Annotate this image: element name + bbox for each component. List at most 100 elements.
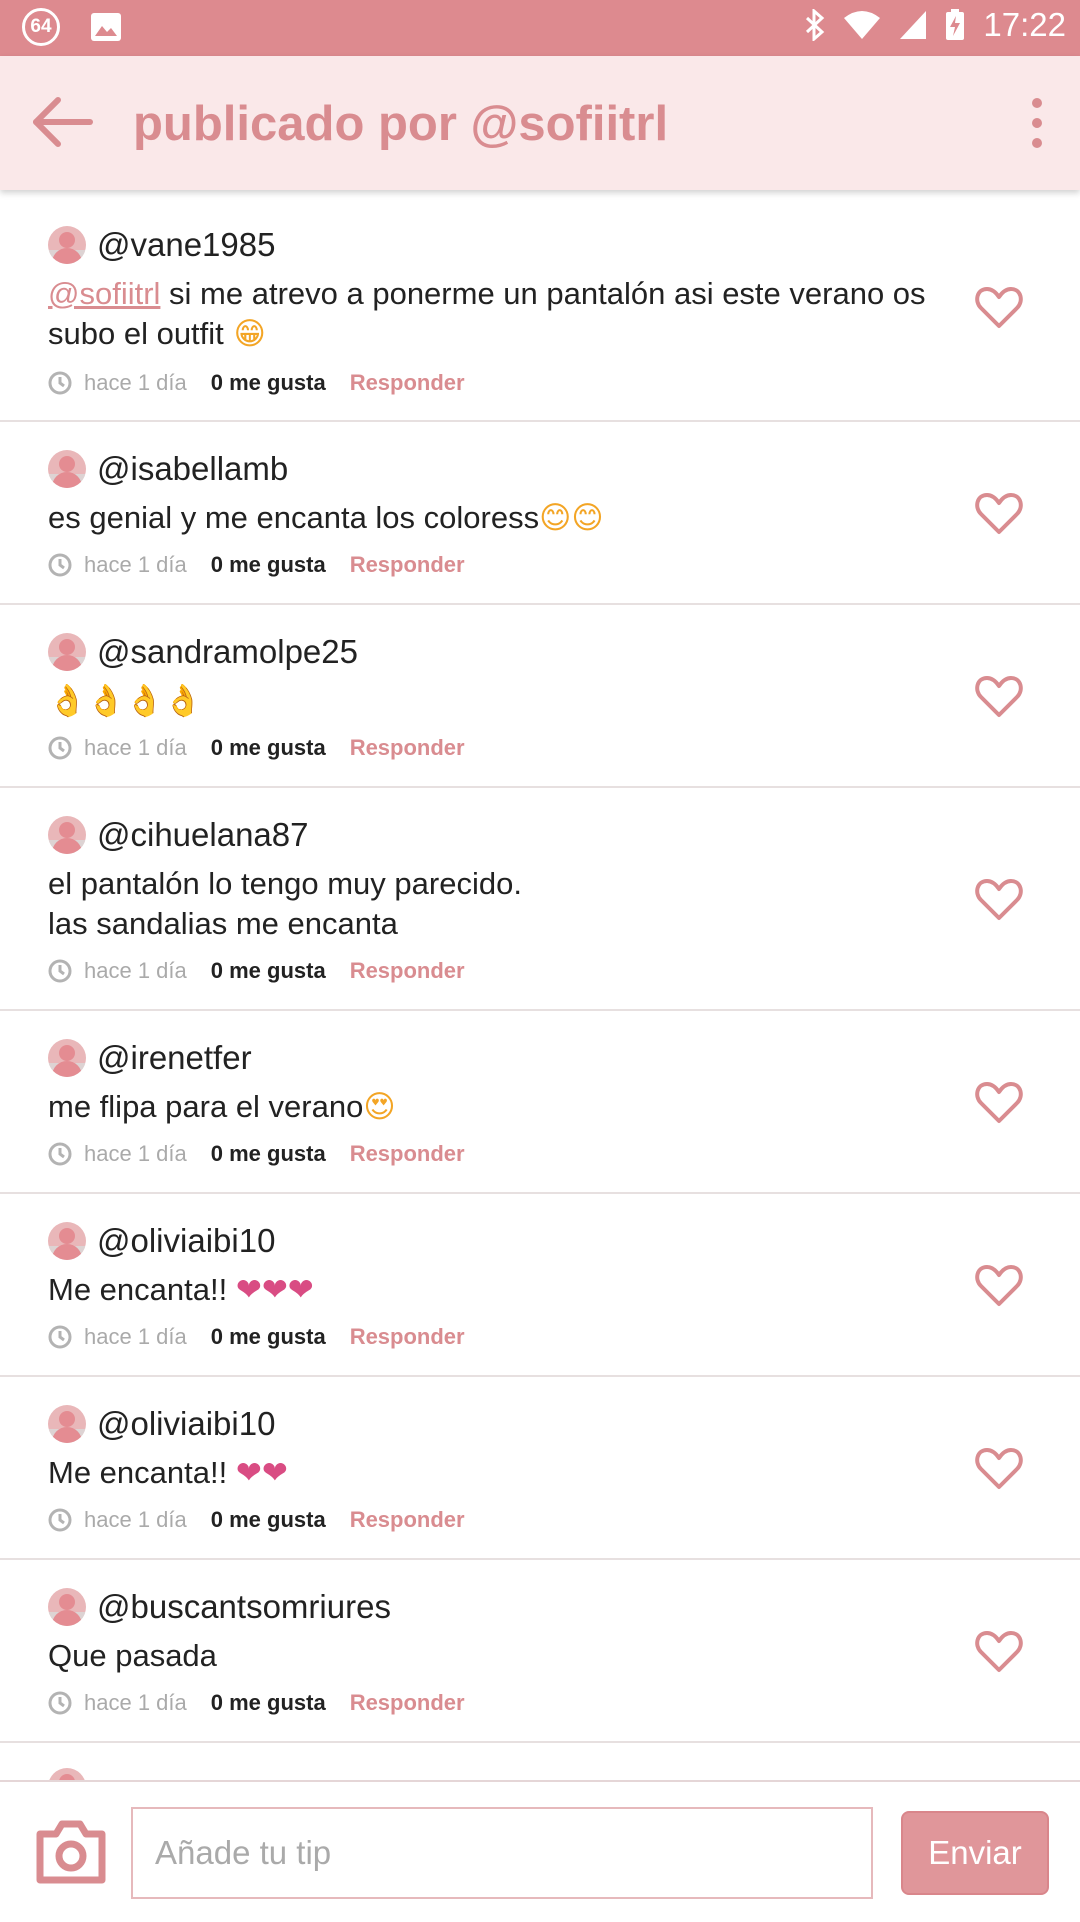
- wifi-icon: [844, 11, 881, 39]
- comment-time: hace 1 día: [84, 958, 187, 983]
- reply-button[interactable]: Responder: [350, 1507, 465, 1533]
- comment-text: Me encanta!! ❤❤❤: [48, 1270, 928, 1310]
- app-bar: publicado por @sofiitrl: [0, 56, 1080, 190]
- comment-emoji: ❤❤❤: [235, 1272, 314, 1308]
- avatar[interactable]: [48, 1039, 86, 1077]
- clock-icon: [48, 1691, 72, 1715]
- comment-username[interactable]: @vane1985: [97, 226, 275, 264]
- comment-list[interactable]: @vane1985 @sofiitrl si me atrevo a poner…: [0, 190, 1080, 1780]
- more-options-icon[interactable]: [1014, 92, 1060, 154]
- comment-emoji: 😁: [223, 316, 266, 352]
- like-count: 0 me gusta: [210, 735, 326, 760]
- comment-composer: Enviar: [0, 1780, 1080, 1922]
- reply-button[interactable]: Responder: [350, 370, 465, 396]
- reply-button[interactable]: Responder: [350, 735, 465, 761]
- comment-time: hace 1 día: [84, 1690, 187, 1715]
- like-count: 0 me gusta: [210, 1141, 326, 1166]
- comment-username[interactable]: @isabellamb: [97, 450, 288, 488]
- reply-button[interactable]: Responder: [350, 958, 465, 984]
- clock-icon: [48, 1325, 72, 1349]
- comment-text: Me encanta!! ❤❤: [48, 1453, 928, 1493]
- page-title: publicado por @sofiitrl: [133, 97, 669, 151]
- clock-icon: [48, 371, 72, 395]
- heart-icon[interactable]: [974, 1081, 1024, 1125]
- avatar[interactable]: [48, 1222, 86, 1260]
- comment-username[interactable]: @sandramolpe25: [97, 633, 358, 671]
- comment-text: el pantalón lo tengo muy parecido. las s…: [48, 864, 928, 944]
- comment-item: @oliviaibi10 Me encanta!! ❤❤ hace 1 día …: [0, 1377, 1080, 1560]
- comment-item: @sandramolpe25 👌👌👌👌 hace 1 día 0 me gust…: [0, 605, 1080, 788]
- reply-button[interactable]: Responder: [350, 1141, 465, 1167]
- tip-input[interactable]: [131, 1807, 873, 1899]
- reply-button[interactable]: Responder: [350, 1690, 465, 1716]
- comment-text: Que pasada: [48, 1636, 928, 1676]
- comment-text: me flipa para el verano😍: [48, 1087, 928, 1127]
- mention-link[interactable]: @sofiitrl: [48, 276, 160, 311]
- avatar[interactable]: [48, 633, 86, 671]
- heart-icon[interactable]: [974, 492, 1024, 536]
- clock-icon: [48, 553, 72, 577]
- comment-text: 👌👌👌👌: [48, 681, 928, 721]
- comment-meta: hace 1 día 0 me gusta Responder: [48, 370, 465, 396]
- reply-button[interactable]: Responder: [350, 552, 465, 578]
- comment-emoji: 👌👌👌👌: [48, 683, 203, 719]
- comment-item: @buscantsomriures Que pasada hace 1 día …: [0, 1560, 1080, 1743]
- comment-time: hace 1 día: [84, 1507, 187, 1532]
- back-arrow-icon[interactable]: [30, 94, 94, 150]
- heart-icon[interactable]: [974, 286, 1024, 330]
- like-count: 0 me gusta: [210, 552, 326, 577]
- avatar[interactable]: [48, 1588, 86, 1626]
- comment-username[interactable]: @irenetfer: [97, 1039, 252, 1077]
- clock-icon: [48, 959, 72, 983]
- image-icon: [91, 13, 121, 41]
- heart-icon[interactable]: [974, 1264, 1024, 1308]
- send-button[interactable]: Enviar: [901, 1811, 1049, 1895]
- battery-icon: [946, 9, 965, 40]
- avatar[interactable]: [48, 1405, 86, 1443]
- comment-text: @sofiitrl si me atrevo a ponerme un pant…: [48, 274, 928, 354]
- comment-meta: hace 1 día 0 me gusta Responder: [48, 1690, 465, 1716]
- heart-icon[interactable]: [974, 878, 1024, 922]
- comment-meta: hace 1 día 0 me gusta Responder: [48, 1324, 465, 1350]
- comment-emoji: 😊😊: [539, 500, 604, 536]
- heart-icon[interactable]: [974, 1630, 1024, 1674]
- heart-icon[interactable]: [974, 675, 1024, 719]
- comment-text-body: Me encanta!!: [48, 1272, 236, 1307]
- comment-username[interactable]: @cihuelana87: [97, 816, 309, 854]
- comment-meta: hace 1 día 0 me gusta Responder: [48, 1141, 465, 1167]
- avatar[interactable]: [48, 1768, 86, 1780]
- avatar[interactable]: [48, 816, 86, 854]
- comment-item: @oliviaibi10 Me encanta!! ❤❤❤ hace 1 día…: [0, 1194, 1080, 1377]
- comment-username[interactable]: @oliviaibi10: [97, 1222, 275, 1260]
- notification-count-icon: 64: [22, 8, 60, 46]
- comment-item: @irenetfer me flipa para el verano😍 hace…: [0, 1011, 1080, 1194]
- camera-icon[interactable]: [34, 1820, 108, 1884]
- comment-text-body: Que pasada: [48, 1638, 217, 1673]
- comment-meta: hace 1 día 0 me gusta Responder: [48, 1507, 465, 1533]
- clock-icon: [48, 1508, 72, 1532]
- heart-icon[interactable]: [974, 1447, 1024, 1491]
- comment-time: hace 1 día: [84, 370, 187, 395]
- avatar[interactable]: [48, 226, 86, 264]
- comment-username[interactable]: @buscantsomriures: [97, 1588, 391, 1626]
- bluetooth-icon: [806, 9, 825, 41]
- comment-text-body: Me encanta!!: [48, 1455, 236, 1490]
- comment-meta: hace 1 día 0 me gusta Responder: [48, 735, 465, 761]
- like-count: 0 me gusta: [210, 370, 326, 395]
- comment-time: hace 1 día: [84, 1141, 187, 1166]
- comment-time: hace 1 día: [84, 552, 187, 577]
- status-time: 17:22: [983, 6, 1066, 43]
- comment-meta: hace 1 día 0 me gusta Responder: [48, 958, 465, 984]
- reply-button[interactable]: Responder: [350, 1324, 465, 1350]
- comment-time: hace 1 día: [84, 1324, 187, 1349]
- comment-emoji: 😍: [363, 1089, 396, 1125]
- like-count: 0 me gusta: [210, 1507, 326, 1532]
- comment-username[interactable]: @oliviaibi10: [97, 1405, 275, 1443]
- avatar[interactable]: [48, 450, 86, 488]
- comment-text-body: si me atrevo a ponerme un pantalón asi e…: [48, 276, 926, 351]
- signal-icon: [900, 11, 927, 39]
- comment-text-line: las sandalias me encanta: [48, 906, 398, 941]
- like-count: 0 me gusta: [210, 1690, 326, 1715]
- comment-item: @vane1985 @sofiitrl si me atrevo a poner…: [0, 190, 1080, 422]
- status-bar: 64 17:22: [0, 0, 1080, 56]
